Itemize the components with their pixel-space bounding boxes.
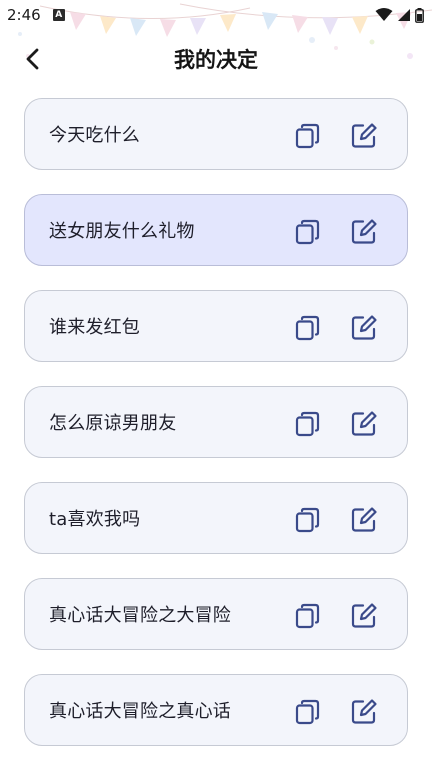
decision-card[interactable]: 送女朋友什么礼物 <box>24 194 408 266</box>
decision-label: 真心话大冒险之真心话 <box>49 701 231 722</box>
screen: 2:46 A 我的决定 今天吃什么 送女朋友什么礼物 谁来发红包 怎么原谅男朋友… <box>0 0 432 767</box>
header: 我的决定 <box>0 36 432 82</box>
copy-button[interactable] <box>293 217 323 247</box>
copy-icon <box>295 603 320 629</box>
battery-icon <box>415 7 424 23</box>
card-actions <box>293 313 379 343</box>
signal-icon <box>398 9 410 21</box>
copy-icon <box>295 315 320 341</box>
edit-icon <box>351 603 377 628</box>
copy-button[interactable] <box>293 601 323 631</box>
wifi-icon <box>375 8 393 21</box>
decision-card[interactable]: ta喜欢我吗 <box>24 482 408 554</box>
decision-card[interactable]: 真心话大冒险之真心话 <box>24 674 408 746</box>
copy-button[interactable] <box>293 697 323 727</box>
status-time: 2:46 <box>7 6 41 24</box>
notification-icon: A <box>52 9 65 21</box>
edit-icon <box>351 411 377 436</box>
decision-label: 谁来发红包 <box>49 317 140 338</box>
edit-button[interactable] <box>349 409 379 439</box>
decision-card[interactable]: 怎么原谅男朋友 <box>24 386 408 458</box>
copy-icon <box>295 507 320 533</box>
status-bar: 2:46 A <box>0 0 432 30</box>
copy-button[interactable] <box>293 409 323 439</box>
card-actions <box>293 217 379 247</box>
card-actions <box>293 121 379 151</box>
status-right <box>375 7 424 23</box>
copy-icon <box>295 123 320 149</box>
edit-icon <box>351 123 377 148</box>
decision-label: 送女朋友什么礼物 <box>49 221 195 242</box>
card-actions <box>293 409 379 439</box>
card-actions <box>293 505 379 535</box>
copy-button[interactable] <box>293 121 323 151</box>
copy-icon <box>295 699 320 725</box>
edit-button[interactable] <box>349 697 379 727</box>
back-button[interactable] <box>18 44 48 74</box>
decision-label: 真心话大冒险之大冒险 <box>49 605 231 626</box>
decision-card[interactable]: 真心话大冒险之大冒险 <box>24 578 408 650</box>
card-actions <box>293 601 379 631</box>
decision-card[interactable]: 谁来发红包 <box>24 290 408 362</box>
decision-label: 怎么原谅男朋友 <box>49 413 177 434</box>
copy-icon <box>295 219 320 245</box>
edit-icon <box>351 507 377 532</box>
page-title: 我的决定 <box>174 48 258 72</box>
decision-card[interactable]: 今天吃什么 <box>24 98 408 170</box>
edit-button[interactable] <box>349 601 379 631</box>
copy-icon <box>295 411 320 437</box>
edit-icon <box>351 315 377 340</box>
decision-list: 今天吃什么 送女朋友什么礼物 谁来发红包 怎么原谅男朋友 ta喜欢我吗 真心话大… <box>24 98 408 767</box>
copy-button[interactable] <box>293 313 323 343</box>
edit-button[interactable] <box>349 313 379 343</box>
decision-label: ta喜欢我吗 <box>49 509 141 530</box>
edit-button[interactable] <box>349 217 379 247</box>
decision-label: 今天吃什么 <box>49 125 140 146</box>
edit-button[interactable] <box>349 505 379 535</box>
edit-icon <box>351 699 377 724</box>
copy-button[interactable] <box>293 505 323 535</box>
edit-button[interactable] <box>349 121 379 151</box>
edit-icon <box>351 219 377 244</box>
chevron-left-icon <box>26 48 39 70</box>
card-actions <box>293 697 379 727</box>
